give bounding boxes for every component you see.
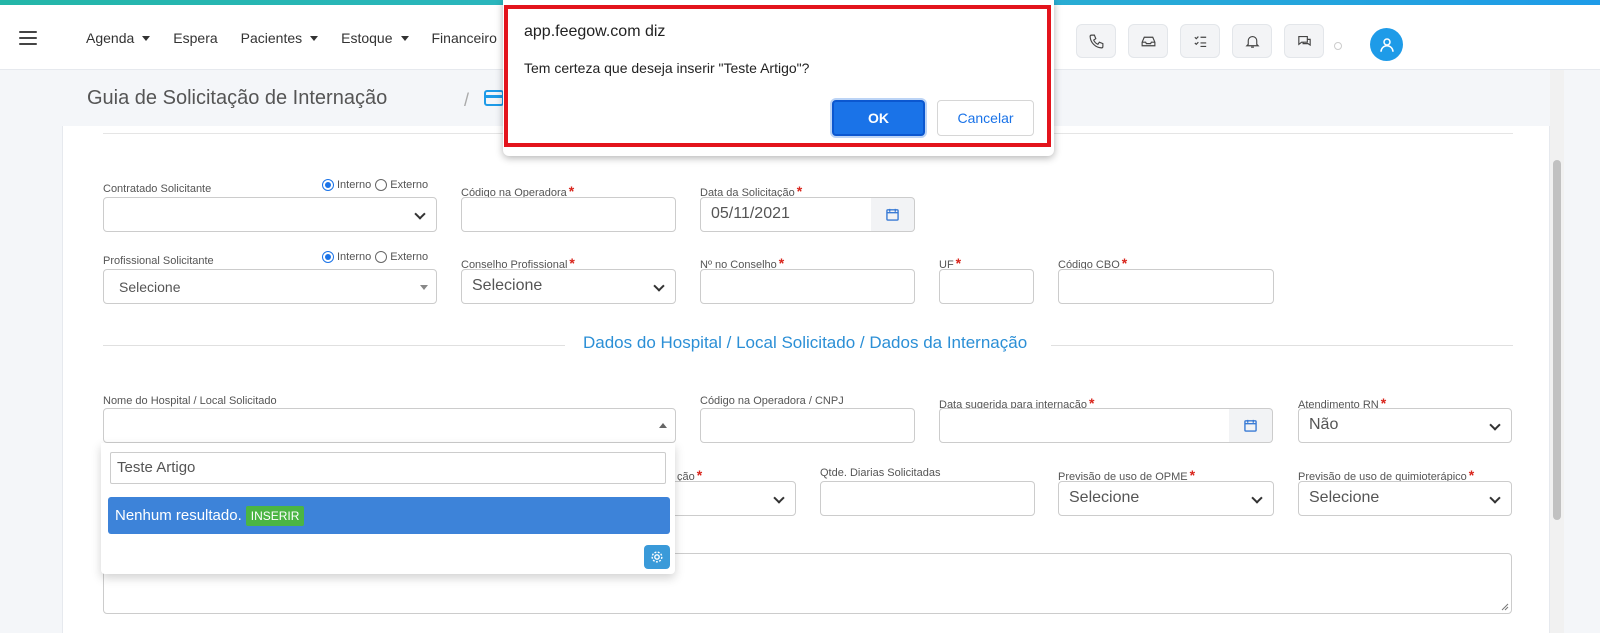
contratado-select[interactable]: [103, 197, 437, 232]
bell-icon[interactable]: [1232, 24, 1272, 58]
data-sugerida-input[interactable]: [939, 408, 1230, 443]
numero-conselho-input[interactable]: [700, 269, 915, 304]
caret-down-icon: [400, 35, 409, 41]
dialog-title: app.feegow.com diz: [524, 23, 666, 40]
scrollbar-thumb[interactable]: [1553, 160, 1561, 520]
data-solicitacao-input[interactable]: 05/11/2021: [700, 197, 872, 232]
ok-button[interactable]: OK: [832, 100, 925, 136]
radio-interno[interactable]: [322, 179, 334, 191]
credit-card-icon: [484, 90, 504, 106]
calendar-icon[interactable]: [1229, 408, 1273, 443]
profissional-label: Profissional Solicitante: [103, 255, 214, 267]
main-nav: Agenda Espera Pacientes Estoque Financei…: [86, 30, 520, 46]
resize-handle-icon[interactable]: [1501, 603, 1509, 611]
cbo-input[interactable]: [1058, 269, 1274, 304]
nav-item-pacientes[interactable]: Pacientes: [241, 30, 319, 46]
section-divider-left: [103, 345, 565, 346]
caret-down-icon: [310, 35, 319, 41]
cancel-button[interactable]: Cancelar: [937, 100, 1034, 136]
opme-select[interactable]: Selecione: [1058, 481, 1274, 516]
status-indicator: [1334, 42, 1342, 50]
dialog-message: Tem certeza que deseja inserir "Teste Ar…: [524, 60, 810, 76]
hospital-select[interactable]: [103, 408, 676, 443]
calendar-icon[interactable]: [871, 197, 915, 232]
conselho-select[interactable]: Selecione: [461, 269, 676, 304]
breadcrumb-separator: /: [464, 90, 470, 110]
qtde-diarias-input[interactable]: [820, 481, 1035, 516]
radio-externo[interactable]: [375, 251, 388, 263]
profissional-select[interactable]: Selecione: [103, 269, 437, 304]
partial-select[interactable]: [661, 481, 796, 516]
codigo-cnpj-input[interactable]: [700, 408, 915, 443]
caret-down-icon: [142, 35, 151, 41]
contratado-radio-group: Interno Externo: [322, 179, 432, 191]
dropdown-search-input[interactable]: Teste Artigo: [110, 452, 666, 484]
top-icon-group: [1076, 24, 1336, 58]
atendimento-rn-select[interactable]: Não: [1298, 408, 1512, 443]
radio-externo[interactable]: [375, 179, 388, 191]
contratado-label: Contratado Solicitante: [103, 183, 212, 195]
quimio-select[interactable]: Selecione: [1298, 481, 1512, 516]
caret-down-icon: [420, 285, 428, 290]
uf-input[interactable]: [939, 269, 1034, 304]
page-title: Guia de Solicitação de Internação: [87, 87, 388, 109]
section-title: Dados do Hospital / Local Solicitado / D…: [583, 333, 1028, 352]
qtde-diarias-label: Qtde. Diarias Solicitadas: [820, 467, 941, 479]
nav-item-financeiro[interactable]: Financeiro: [432, 30, 497, 46]
confirm-dialog: app.feegow.com diz Tem certeza que desej…: [503, 0, 1054, 156]
gear-icon[interactable]: [644, 545, 670, 569]
profissional-radio-group: Interno Externo: [322, 251, 432, 263]
radio-interno[interactable]: [322, 251, 334, 263]
nav-item-estoque[interactable]: Estoque: [341, 30, 409, 46]
codigo-cnpj-label: Código na Operadora / CNPJ: [700, 395, 844, 407]
tasks-icon[interactable]: [1180, 24, 1220, 58]
dropdown-no-result-item[interactable]: Nenhum resultado. INSERIR: [108, 497, 670, 534]
caret-up-icon: [659, 423, 667, 428]
nav-item-agenda[interactable]: Agenda: [86, 30, 151, 46]
page-scrollbar[interactable]: [1550, 70, 1564, 633]
insert-button[interactable]: INSERIR: [245, 505, 305, 526]
inbox-icon[interactable]: [1128, 24, 1168, 58]
section-divider-right: [1051, 345, 1513, 346]
menu-icon[interactable]: [19, 31, 37, 45]
nav-item-espera[interactable]: Espera: [173, 30, 217, 46]
phone-icon[interactable]: [1076, 24, 1116, 58]
hospital-dropdown: Teste Artigo Nenhum resultado. INSERIR: [101, 443, 675, 574]
chat-icon[interactable]: [1284, 24, 1324, 58]
codigo-operadora-input[interactable]: [461, 197, 676, 232]
user-avatar[interactable]: [1370, 28, 1403, 61]
hospital-label: Nome do Hospital / Local Solicitado: [103, 395, 277, 407]
